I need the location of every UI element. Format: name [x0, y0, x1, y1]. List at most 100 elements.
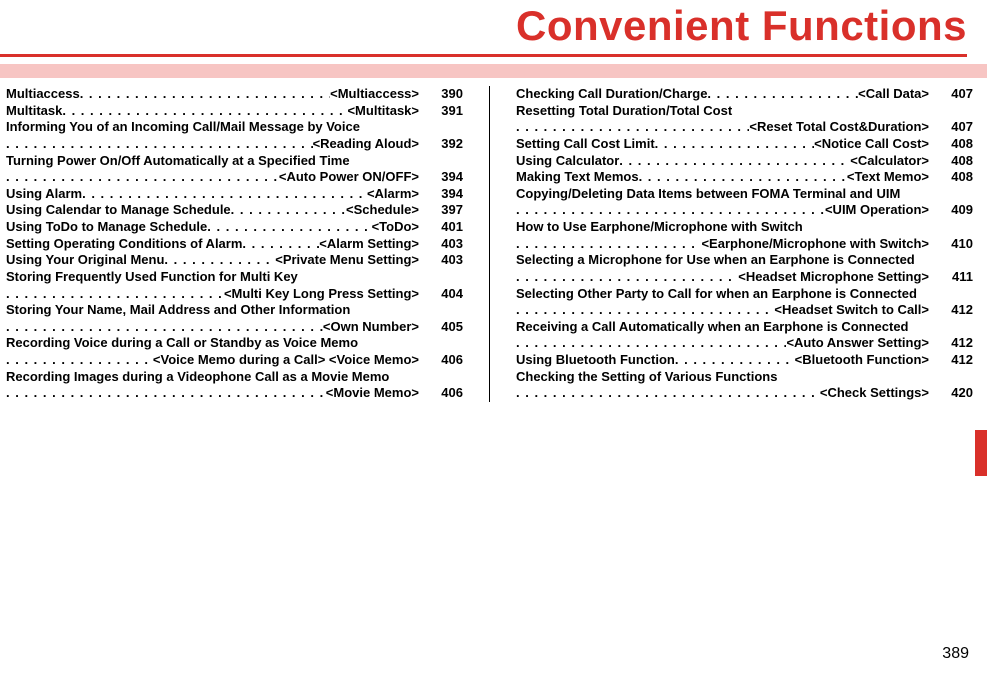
toc-entry: Multiaccess . . . . . . . . . . . . . . …: [6, 86, 463, 103]
toc-ref: <Calculator>: [850, 153, 929, 170]
toc-entry: . . . . . . . . . . . . . . . . . . . . …: [6, 286, 463, 303]
toc-page: 404: [429, 286, 463, 303]
toc-page: 401: [429, 219, 463, 236]
toc-entry: Using Calculator . . . . . . . . . . . .…: [516, 153, 973, 170]
toc-ref: <Reading Aloud>: [313, 136, 419, 153]
toc-page: 407: [939, 119, 973, 136]
toc-ref: <Alarm Setting>: [319, 236, 419, 253]
toc-dots: . . . . . . . . . . . . . . . . . . . . …: [6, 352, 153, 369]
toc-entry: Setting Call Cost Limit . . . . . . . . …: [516, 136, 973, 153]
toc-page: 409: [939, 202, 973, 219]
toc-content: Multiaccess . . . . . . . . . . . . . . …: [0, 78, 987, 402]
toc-topic: Recording Images during a Videophone Cal…: [6, 369, 389, 386]
toc-page: 408: [939, 169, 973, 186]
toc-entry: . . . . . . . . . . . . . . . . . . . . …: [516, 302, 973, 319]
toc-topic: Recording Voice during a Call or Standby…: [6, 335, 358, 352]
toc-dots: . . . . . . . . . . . . . . . . . . . . …: [231, 202, 346, 219]
toc-entry: . . . . . . . . . . . . . . . . . . . . …: [516, 335, 973, 352]
toc-topic: Storing Frequently Used Function for Mul…: [6, 269, 298, 286]
header-rule: [0, 54, 967, 57]
toc-topic: Resetting Total Duration/Total Cost: [516, 103, 732, 120]
toc-entry-title: Selecting a Microphone for Use when an E…: [516, 252, 973, 269]
toc-topic: Multiaccess: [6, 86, 80, 103]
toc-topic: Using Your Original Menu: [6, 252, 164, 269]
toc-topic: Setting Operating Conditions of Alarm: [6, 236, 242, 253]
toc-ref: <Voice Memo during a Call> <Voice Memo>: [153, 352, 419, 369]
toc-dots: . . . . . . . . . . . . . . . . . . . . …: [516, 119, 749, 136]
toc-ref: <Own Number>: [323, 319, 419, 336]
toc-dots: . . . . . . . . . . . . . . . . . . . . …: [516, 236, 701, 253]
toc-dots: . . . . . . . . . . . . . . . . . . . . …: [6, 286, 224, 303]
toc-ref: <Headset Microphone Setting>: [738, 269, 929, 286]
toc-dots: . . . . . . . . . . . . . . . . . . . . …: [80, 86, 330, 103]
toc-entry: Multitask . . . . . . . . . . . . . . . …: [6, 103, 463, 120]
page-title: Convenient Functions: [0, 2, 967, 50]
toc-page: 394: [429, 169, 463, 186]
toc-entry: . . . . . . . . . . . . . . . . . . . . …: [516, 119, 973, 136]
column-divider: [489, 86, 490, 402]
toc-entry: Using Your Original Menu . . . . . . . .…: [6, 252, 463, 269]
toc-page: 407: [939, 86, 973, 103]
toc-topic: Checking Call Duration/Charge: [516, 86, 707, 103]
toc-page: 405: [429, 319, 463, 336]
toc-ref: <Bluetooth Function>: [795, 352, 929, 369]
toc-ref: <Headset Switch to Call>: [774, 302, 929, 319]
toc-topic: Storing Your Name, Mail Address and Othe…: [6, 302, 350, 319]
toc-entry: Using Calendar to Manage Schedule . . . …: [6, 202, 463, 219]
toc-topic: Using ToDo to Manage Schedule: [6, 219, 207, 236]
accent-band: [0, 64, 987, 78]
toc-dots: . . . . . . . . . . . . . . . . . . . . …: [516, 335, 786, 352]
toc-page: 412: [939, 335, 973, 352]
toc-dots: . . . . . . . . . . . . . . . . . . . . …: [655, 136, 814, 153]
page-number: 389: [942, 645, 969, 663]
toc-topic: Copying/Deleting Data Items between FOMA…: [516, 186, 900, 203]
toc-dots: . . . . . . . . . . . . . . . . . . . . …: [242, 236, 319, 253]
toc-page: 408: [939, 136, 973, 153]
toc-topic: Making Text Memos: [516, 169, 639, 186]
toc-topic: Checking the Setting of Various Function…: [516, 369, 777, 386]
toc-ref: <Schedule>: [346, 202, 419, 219]
toc-ref: <Notice Call Cost>: [814, 136, 929, 153]
side-tab: [975, 430, 987, 476]
toc-ref: <Movie Memo>: [326, 385, 419, 402]
toc-entry: Using Alarm . . . . . . . . . . . . . . …: [6, 186, 463, 203]
toc-page: 412: [939, 352, 973, 369]
toc-ref: <Auto Power ON/OFF>: [279, 169, 419, 186]
toc-dots: . . . . . . . . . . . . . . . . . . . . …: [6, 136, 313, 153]
toc-page: 411: [939, 269, 973, 286]
toc-ref: <Private Menu Setting>: [275, 252, 419, 269]
toc-ref: <Text Memo>: [847, 169, 929, 186]
toc-page: 391: [429, 103, 463, 120]
toc-page: 397: [429, 202, 463, 219]
toc-dots: . . . . . . . . . . . . . . . . . . . . …: [82, 186, 367, 203]
toc-page: 420: [939, 385, 973, 402]
toc-page: 403: [429, 252, 463, 269]
toc-entry-title: Receiving a Call Automatically when an E…: [516, 319, 973, 336]
toc-entry: Making Text Memos . . . . . . . . . . . …: [516, 169, 973, 186]
toc-topic: Using Calculator: [516, 153, 619, 170]
toc-dots: . . . . . . . . . . . . . . . . . . . . …: [516, 269, 738, 286]
toc-entry: Using ToDo to Manage Schedule . . . . . …: [6, 219, 463, 236]
toc-ref: <Check Settings>: [820, 385, 929, 402]
toc-column-right: Checking Call Duration/Charge . . . . . …: [516, 86, 973, 402]
toc-dots: . . . . . . . . . . . . . . . . . . . . …: [619, 153, 850, 170]
toc-entry-title: Checking the Setting of Various Function…: [516, 369, 973, 386]
toc-dots: . . . . . . . . . . . . . . . . . . . . …: [516, 385, 820, 402]
toc-entry: Using Bluetooth Function . . . . . . . .…: [516, 352, 973, 369]
toc-entry-title: Selecting Other Party to Call for when a…: [516, 286, 973, 303]
toc-ref: <ToDo>: [372, 219, 419, 236]
toc-page: 392: [429, 136, 463, 153]
toc-ref: <Multiaccess>: [330, 86, 419, 103]
toc-ref: <Call Data>: [858, 86, 929, 103]
toc-entry: Setting Operating Conditions of Alarm . …: [6, 236, 463, 253]
toc-dots: . . . . . . . . . . . . . . . . . . . . …: [62, 103, 347, 120]
toc-dots: . . . . . . . . . . . . . . . . . . . . …: [707, 86, 858, 103]
toc-ref: <Multi Key Long Press Setting>: [224, 286, 419, 303]
toc-entry-title: Informing You of an Incoming Call/Mail M…: [6, 119, 463, 136]
toc-topic: Setting Call Cost Limit: [516, 136, 655, 153]
toc-entry: . . . . . . . . . . . . . . . . . . . . …: [6, 385, 463, 402]
toc-page: 406: [429, 385, 463, 402]
toc-topic: Using Bluetooth Function: [516, 352, 675, 369]
toc-page: 408: [939, 153, 973, 170]
toc-entry-title: Copying/Deleting Data Items between FOMA…: [516, 186, 973, 203]
